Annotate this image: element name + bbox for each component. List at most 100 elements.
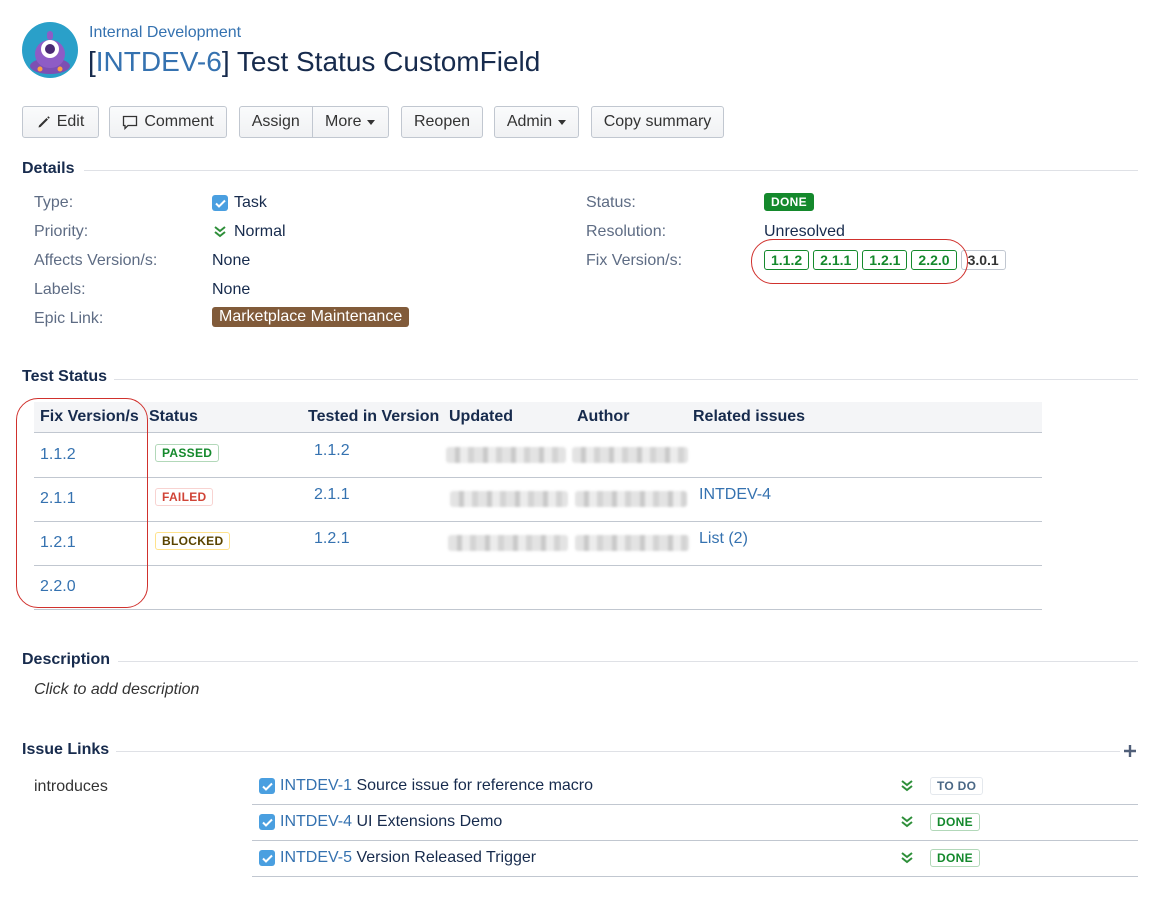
affects-versions-label: Affects Version/s: bbox=[34, 252, 158, 269]
author-redacted bbox=[575, 535, 689, 551]
description-placeholder[interactable]: Click to add description bbox=[34, 681, 199, 699]
labels-label: Labels: bbox=[34, 281, 86, 298]
linked-issue-summary[interactable]: Version Released Trigger bbox=[356, 849, 536, 866]
issue-links-heading[interactable]: Issue Links bbox=[22, 741, 109, 759]
author-redacted bbox=[572, 447, 688, 463]
task-icon bbox=[212, 195, 228, 211]
issue-link-row: INTDEV-4 UI Extensions Demo DONE bbox=[252, 804, 1138, 841]
linked-issue-key[interactable]: INTDEV-4 bbox=[280, 813, 352, 830]
table-row: 2.1.1 FAILED 2.1.1 INTDEV-4 bbox=[34, 477, 1042, 522]
epic-link-lozenge[interactable]: Marketplace Maintenance bbox=[212, 307, 410, 327]
resolution-label: Resolution: bbox=[586, 223, 667, 240]
linked-issue-summary[interactable]: Source issue for reference macro bbox=[356, 777, 593, 794]
column-header[interactable]: Author bbox=[577, 408, 629, 426]
updated-redacted bbox=[446, 447, 566, 463]
linked-issue-key[interactable]: INTDEV-1 bbox=[280, 777, 352, 794]
linked-issue-text: INTDEV-4 UI Extensions Demo bbox=[280, 813, 502, 831]
reopen-button-label: Reopen bbox=[413, 113, 471, 130]
copy-summary-label: Copy summary bbox=[603, 113, 712, 130]
linked-issue-text: INTDEV-5 Version Released Trigger bbox=[280, 849, 536, 867]
updated-redacted bbox=[450, 491, 568, 507]
more-dropdown[interactable]: More bbox=[311, 107, 388, 137]
details-heading[interactable]: Details bbox=[22, 160, 74, 178]
admin-dropdown[interactable]: Admin bbox=[494, 106, 579, 138]
task-icon bbox=[259, 850, 275, 866]
priority-value-text: Normal bbox=[234, 223, 286, 240]
table-header: Fix Version/s Status Tested in Version U… bbox=[34, 402, 1042, 433]
column-header[interactable]: Tested in Version bbox=[308, 408, 439, 426]
pencil-icon bbox=[38, 116, 50, 128]
test-status-divider bbox=[114, 379, 1138, 380]
tested-version-link[interactable]: 1.2.1 bbox=[314, 530, 350, 548]
tested-version-link[interactable]: 1.1.2 bbox=[314, 442, 350, 460]
test-status-lozenge[interactable]: PASSED bbox=[155, 444, 220, 462]
affects-versions-value[interactable]: None bbox=[212, 252, 250, 270]
annotation-circle bbox=[751, 239, 968, 284]
assign-button-label: Assign bbox=[251, 113, 300, 130]
epic-link-label: Epic Link: bbox=[34, 310, 104, 327]
issue-key-link[interactable]: INTDEV-6 bbox=[96, 46, 222, 77]
test-status-lozenge[interactable]: FAILED bbox=[155, 488, 214, 506]
related-issues-list-link[interactable]: List (2) bbox=[699, 530, 748, 548]
link-type-label: introduces bbox=[34, 778, 108, 795]
annotation-circle bbox=[16, 398, 148, 608]
updated-redacted bbox=[448, 535, 568, 551]
assign-more-group: Assign More bbox=[239, 106, 389, 138]
status-lozenge[interactable]: DONE bbox=[764, 193, 814, 211]
test-status-heading[interactable]: Test Status bbox=[22, 368, 107, 386]
project-link[interactable]: Internal Development bbox=[89, 24, 241, 42]
details-divider bbox=[84, 170, 1138, 171]
test-status-lozenge[interactable]: BLOCKED bbox=[155, 532, 231, 550]
column-header[interactable]: Related issues bbox=[693, 408, 805, 426]
status-value: DONE bbox=[764, 193, 814, 211]
edit-button-label: Edit bbox=[56, 113, 85, 130]
description-heading[interactable]: Description bbox=[22, 651, 110, 669]
labels-value[interactable]: None bbox=[212, 281, 250, 299]
priority-chevrons-icon bbox=[901, 816, 913, 828]
related-issue-link[interactable]: INTDEV-4 bbox=[699, 486, 771, 504]
fix-versions-label: Fix Version/s: bbox=[586, 252, 683, 269]
linked-issue-key[interactable]: INTDEV-5 bbox=[280, 849, 352, 866]
column-header[interactable]: Status bbox=[149, 408, 198, 426]
issue-title: [INTDEV-6] Test Status CustomField bbox=[88, 46, 541, 77]
type-value-text: Task bbox=[234, 194, 267, 211]
caret-down-icon bbox=[558, 119, 567, 125]
tested-version-link[interactable]: 2.1.1 bbox=[314, 486, 350, 504]
linked-issue-text: INTDEV-1 Source issue for reference macr… bbox=[280, 777, 593, 795]
column-header[interactable]: Updated bbox=[449, 408, 513, 426]
issue-link-row: INTDEV-5 Version Released Trigger DONE bbox=[252, 840, 1138, 877]
priority-value: Normal bbox=[212, 223, 286, 241]
linked-issue-summary[interactable]: UI Extensions Demo bbox=[356, 813, 502, 830]
project-avatar[interactable] bbox=[22, 22, 78, 78]
type-label: Type: bbox=[34, 194, 74, 211]
description-divider bbox=[118, 661, 1138, 662]
task-icon bbox=[259, 814, 275, 830]
linked-issue-status[interactable]: DONE bbox=[930, 813, 980, 831]
linked-issue-status[interactable]: TO DO bbox=[930, 777, 984, 795]
linked-issue-status[interactable]: DONE bbox=[930, 849, 980, 867]
issue-summary[interactable]: Test Status CustomField bbox=[237, 46, 540, 77]
status-label: Status: bbox=[586, 194, 636, 211]
priority-chevrons-icon bbox=[901, 780, 913, 792]
assign-button[interactable]: Assign bbox=[240, 107, 312, 137]
project-avatar-icon bbox=[22, 22, 78, 78]
admin-dropdown-label: Admin bbox=[506, 113, 553, 130]
reopen-button[interactable]: Reopen bbox=[401, 106, 483, 138]
table-row: 1.2.1 BLOCKED 1.2.1 List (2) bbox=[34, 521, 1042, 566]
table-row: 2.2.0 bbox=[34, 565, 1042, 610]
priority-label: Priority: bbox=[34, 223, 89, 240]
comment-button-label: Comment bbox=[144, 113, 214, 130]
copy-summary-button[interactable]: Copy summary bbox=[591, 106, 724, 138]
task-icon bbox=[259, 778, 275, 794]
issue-links-divider bbox=[116, 751, 1120, 752]
comment-button[interactable]: Comment bbox=[109, 106, 227, 138]
add-link-plus-icon[interactable] bbox=[1123, 744, 1137, 758]
priority-chevrons-icon bbox=[901, 852, 913, 864]
epic-link-value: Marketplace Maintenance bbox=[212, 307, 410, 327]
type-value: Task bbox=[212, 194, 267, 212]
table-row: 1.1.2 PASSED 1.1.2 bbox=[34, 433, 1042, 478]
priority-normal-chevrons-icon bbox=[214, 226, 226, 238]
more-dropdown-label: More bbox=[325, 113, 362, 130]
speech-bubble-icon bbox=[123, 115, 138, 130]
edit-button[interactable]: Edit bbox=[22, 106, 99, 138]
